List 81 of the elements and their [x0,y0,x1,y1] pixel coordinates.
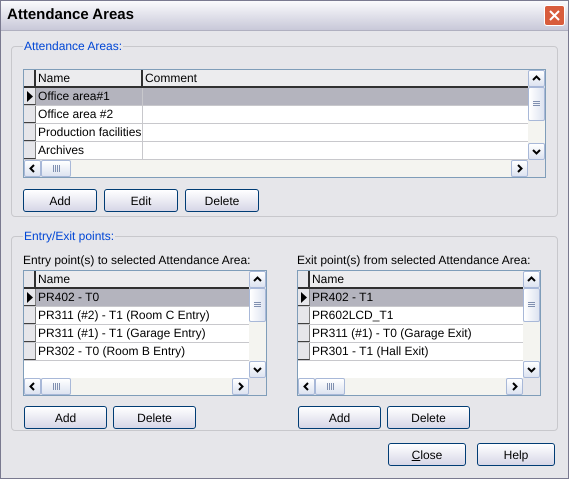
table-row[interactable]: PR302 - T0 (Room B Entry) [24,343,249,361]
close-button[interactable] [544,5,565,26]
button[interactable]: Add [298,406,381,429]
grip-icon [52,165,60,172]
scroll-down-button[interactable] [523,361,540,378]
scroll-right-button[interactable] [511,160,528,177]
table-cell-text: PR311 (#2) - T1 (Room C Entry) [37,307,211,324]
column-header[interactable]: Name [36,70,143,86]
grip-icon [528,302,535,308]
button[interactable]: Delete [113,406,196,429]
current-row-icon [300,292,306,302]
table-cell-text: PR311 (#1) - T0 (Garage Exit) [311,325,473,342]
scroll-up-button[interactable] [249,271,266,288]
grip-icon [533,101,540,107]
horizontal-scrollbar[interactable] [24,160,528,177]
vertical-scrollbar[interactable] [523,271,540,378]
table-row[interactable]: PR402 - T1 [298,289,523,307]
caret-icon [303,382,310,391]
table-row[interactable]: Office area#1 [24,88,528,106]
current-row-icon [26,90,32,102]
table-row[interactable]: PR311 (#2) - T1 (Room C Entry) [24,307,249,325]
scroll-left-button[interactable] [24,160,41,177]
scroll-thumb[interactable] [41,160,71,177]
table-cell-text: PR602LCD_T1 [311,307,394,324]
table-cell-text: PR402 - T1 [311,289,374,306]
scroll-thumb[interactable] [528,87,545,121]
list-label: Entry point(s) to selected Attendance Area: [23,253,252,267]
table-row[interactable]: Archives [24,142,528,160]
vertical-scrollbar[interactable] [528,70,545,160]
button[interactable]: Add [24,406,107,429]
table-cell: Office area#1 [36,88,143,105]
window-title: Attendance Areas [7,5,134,26]
scroll-thumb[interactable] [41,378,71,395]
caret-icon [253,276,262,283]
scroll-right-button[interactable] [506,378,523,395]
caret-icon [29,382,36,391]
button[interactable]: Help [477,443,555,466]
table-row[interactable]: Office area #2 [24,106,528,124]
button[interactable]: Edit [104,189,178,212]
horizontal-scrollbar[interactable] [24,378,249,395]
button[interactable]: Add [23,189,97,212]
grip-icon [326,383,334,390]
table-row[interactable]: PR301 - T1 (Hall Exit) [298,343,523,361]
grip-icon [52,383,60,390]
group-legend: Entry/Exit points: [23,227,116,245]
scroll-thumb[interactable] [315,378,345,395]
table-row[interactable]: PR311 (#1) - T1 (Garage Entry) [24,325,249,343]
close-icon [549,10,560,21]
scroll-up-button[interactable] [523,271,540,288]
table-cell-text: PR311 (#1) - T1 (Garage Entry) [37,325,207,342]
scroll-left-button[interactable] [24,378,41,395]
scroll-left-button[interactable] [298,378,315,395]
list-label: Exit point(s) from selected Attendance Area: [297,253,532,267]
table-cell-text: PR301 - T1 (Hall Exit) [311,343,430,360]
table-row[interactable]: PR311 (#1) - T0 (Garage Exit) [298,325,523,343]
scroll-down-button[interactable] [528,143,545,160]
table-row[interactable]: PR602LCD_T1 [298,307,523,325]
table-cell-text: PR302 - T0 (Room B Entry) [37,343,186,360]
scroll-right-button[interactable] [232,378,249,395]
button[interactable]: Delete [185,189,259,212]
caret-icon [532,75,541,82]
vertical-scrollbar[interactable] [249,271,266,378]
scroll-up-button[interactable] [528,70,545,87]
caret-icon [29,164,36,173]
table-cell: Office area #2 [36,106,143,123]
table-cell: Production facilities [36,124,143,141]
grip-icon [254,302,261,308]
table-cell: Archives [36,142,143,159]
scroll-thumb[interactable] [523,288,540,322]
table-row[interactable]: PR402 - T0 [24,289,249,307]
current-row-icon [26,292,32,302]
caret-icon [527,276,536,283]
table-row[interactable]: Production facilities [24,124,528,142]
scroll-thumb[interactable] [249,288,266,322]
scroll-down-button[interactable] [249,361,266,378]
horizontal-scrollbar[interactable] [298,378,523,395]
button[interactable]: Close [388,443,466,466]
table-cell-text: PR402 - T0 [37,289,100,306]
button[interactable]: Delete [387,406,470,429]
group-legend: Attendance Areas: [23,37,124,55]
column-header[interactable]: Comment [143,70,528,86]
